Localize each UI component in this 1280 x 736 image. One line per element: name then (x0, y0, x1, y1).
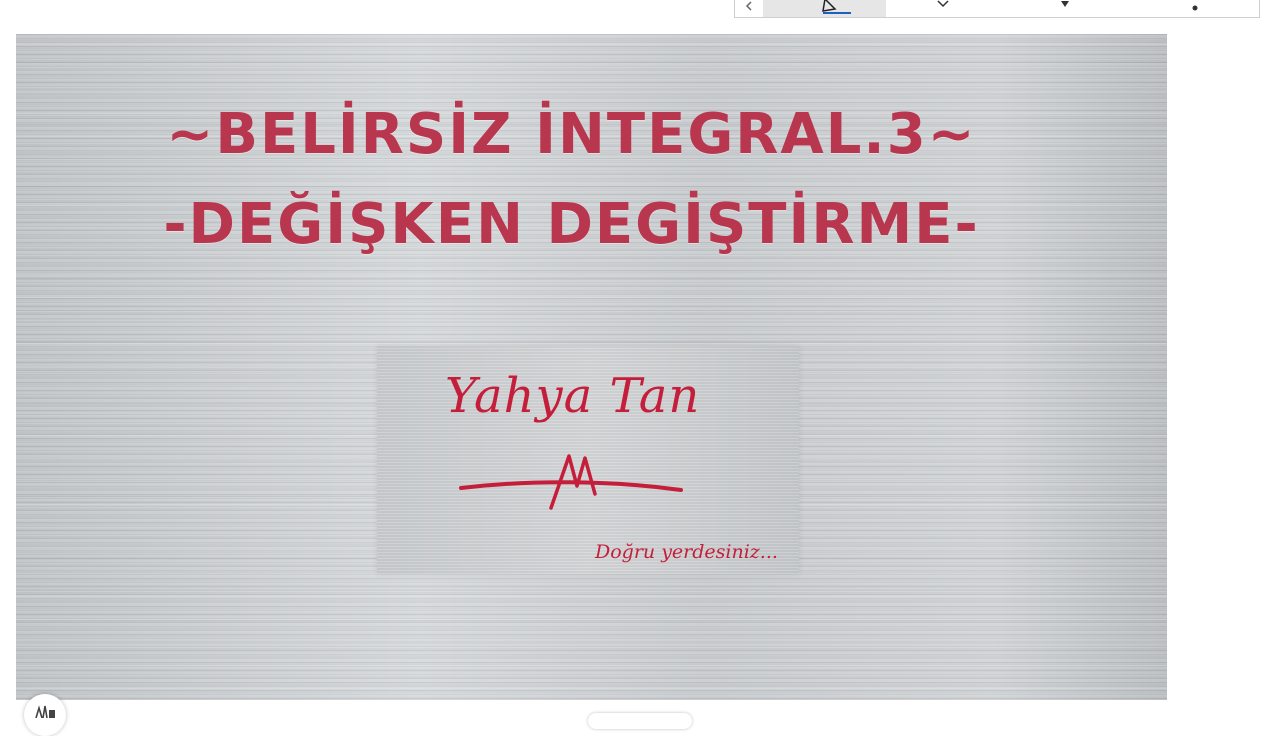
back-chevron-icon[interactable] (737, 0, 761, 17)
annotation-toolbar (734, 0, 1260, 18)
signature-swoosh-icon (459, 454, 683, 510)
signature-logo-text: Yahya Tan (445, 368, 701, 424)
slide-title-line-2: -DEĞİŞKEN DEGİŞTİRME- (163, 192, 980, 257)
pencil-tray-icon (32, 704, 58, 723)
highlighter-tool-button[interactable] (1053, 0, 1077, 17)
page-navigation-pill[interactable] (588, 713, 692, 729)
highlighter-icon (1056, 0, 1074, 13)
slide-title-line-1: ~BELİRSİZ İNTEGRAL.3~ (166, 102, 977, 167)
eraser-icon (934, 0, 952, 13)
more-options-button[interactable] (1183, 0, 1207, 17)
pen-icon (795, 0, 855, 15)
slide-canvas: ~BELİRSİZ İNTEGRAL.3~ -DEĞİŞKEN DEGİŞTİR… (16, 34, 1167, 700)
drawing-tools-button[interactable] (24, 694, 66, 736)
logo-card: Yahya Tan Doğru yerdesiniz... (377, 346, 799, 574)
logo-tagline: Doğru yerdesiniz... (595, 541, 778, 563)
pen-tool-button[interactable] (763, 0, 886, 17)
dot-menu-icon (1190, 0, 1200, 13)
eraser-tool-button[interactable] (931, 0, 955, 17)
